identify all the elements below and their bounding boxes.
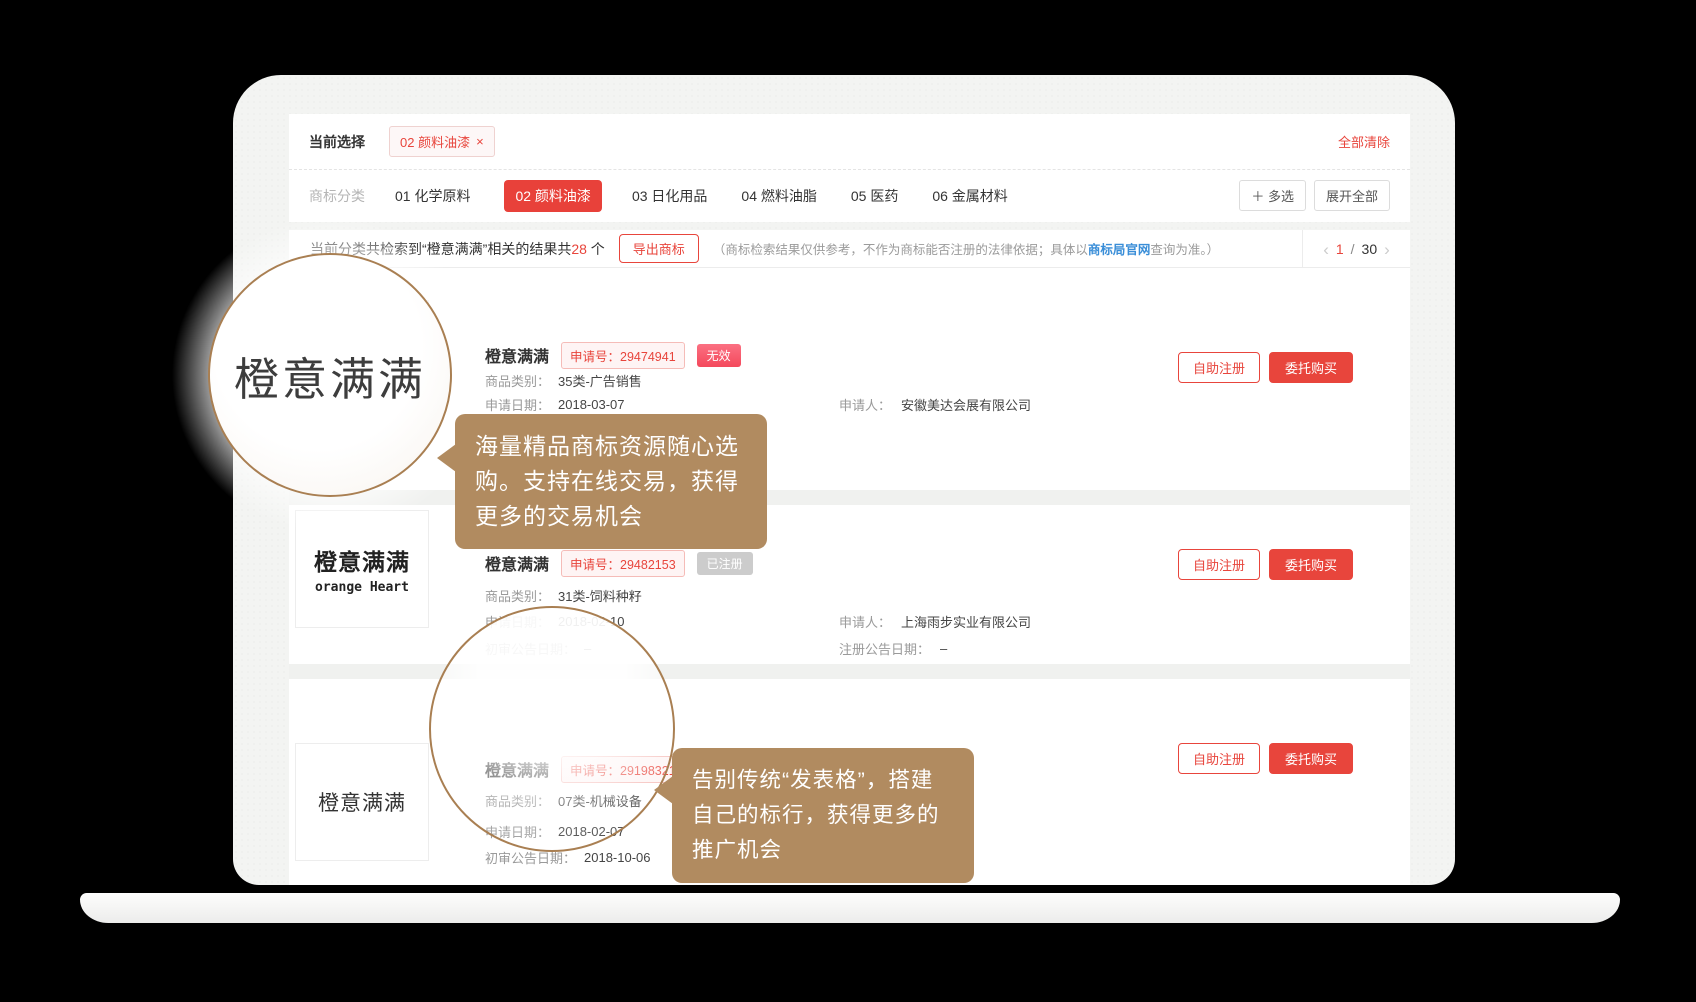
total-pages: 30 (1362, 241, 1378, 257)
magnifier-circle-1: 橙意满满 (208, 253, 452, 497)
selected-filter-tag[interactable]: 02 颜料油漆 × (389, 126, 495, 157)
application-number-tag: 申请号：29482153 (561, 550, 685, 577)
application-number-tag: 申请号：29474941 (561, 342, 685, 369)
next-page-icon[interactable]: › (1384, 241, 1390, 258)
category-item-04[interactable]: 04 燃料油脂 (741, 186, 816, 206)
pagination: ‹ 1 / 30 › (1302, 230, 1410, 268)
clear-all-link[interactable]: 全部清除 (1338, 132, 1390, 151)
tooltip-promotion: 告别传统“发表格”，搭建 自己的标行，获得更多的 推广机会 (672, 748, 974, 883)
tooltip-arrow-icon (423, 444, 456, 472)
trademark-thumbnail: 橙意满满 (295, 743, 429, 861)
category-label: 商标分类 (309, 186, 365, 206)
magnified-trademark-text: 橙意满满 (234, 343, 426, 408)
laptop-base (80, 893, 1620, 923)
entrust-buy-button[interactable]: 委托购买 (1269, 352, 1353, 383)
category-item-06[interactable]: 06 金属材料 (932, 186, 1007, 206)
selected-filter-tag-label: 02 颜料油漆 (400, 132, 470, 151)
status-badge: 已注册 (697, 552, 753, 575)
filter-buttons: ＋ 多选 展开全部 (1239, 180, 1390, 211)
entrust-buy-button[interactable]: 委托购买 (1269, 743, 1353, 774)
status-badge: 无效 (697, 344, 741, 367)
tooltip-arrow-icon (640, 776, 673, 804)
prev-page-icon[interactable]: ‹ (1323, 241, 1329, 258)
trademark-name: 橙意满满 (485, 551, 549, 575)
results-header: 当前分类共检索到“橙意满满”相关的结果共28 个 导出商标 （商标检索结果仅供参… (289, 230, 1410, 268)
self-register-button[interactable]: 自助注册 (1178, 743, 1260, 774)
trademark-office-link[interactable]: 商标局官网 (1088, 243, 1151, 257)
self-register-button[interactable]: 自助注册 (1178, 352, 1260, 383)
current-selection-label: 当前选择 (309, 132, 365, 152)
filter-card: 当前选择 02 颜料油漆 × 全部清除 商标分类 01 化学原料 02 颜料油漆… (289, 114, 1410, 222)
remove-tag-icon[interactable]: × (476, 134, 484, 149)
results-disclaimer: （商标检索结果仅供参考，不作为商标能否注册的法律依据；具体以商标局官网查询为准。… (713, 239, 1219, 258)
category-item-01[interactable]: 01 化学原料 (395, 186, 470, 206)
tooltip-marketplace: 海量精品商标资源随心选 购。支持在线交易，获得 更多的交易机会 (455, 414, 767, 549)
expand-all-button[interactable]: 展开全部 (1314, 180, 1390, 211)
category-row: 商标分类 01 化学原料 02 颜料油漆 03 日化用品 04 燃料油脂 05 … (289, 170, 1410, 221)
category-item-05[interactable]: 05 医药 (851, 186, 898, 206)
entrust-buy-button[interactable]: 委托购买 (1269, 549, 1353, 580)
current-page: 1 (1336, 241, 1344, 257)
category-item-02-selected[interactable]: 02 颜料油漆 (504, 180, 601, 212)
magnifier-circle-2 (429, 606, 675, 852)
current-selection-row: 当前选择 02 颜料油漆 × 全部清除 (289, 114, 1410, 170)
trademark-name: 橙意满满 (485, 343, 549, 367)
export-trademarks-button[interactable]: 导出商标 (619, 234, 699, 263)
results-count: 28 (571, 241, 587, 257)
multi-select-button[interactable]: ＋ 多选 (1239, 180, 1306, 211)
self-register-button[interactable]: 自助注册 (1178, 549, 1260, 580)
category-item-03[interactable]: 03 日化用品 (632, 186, 707, 206)
screenshot-stage: 当前选择 02 颜料油漆 × 全部清除 商标分类 01 化学原料 02 颜料油漆… (0, 0, 1696, 1002)
